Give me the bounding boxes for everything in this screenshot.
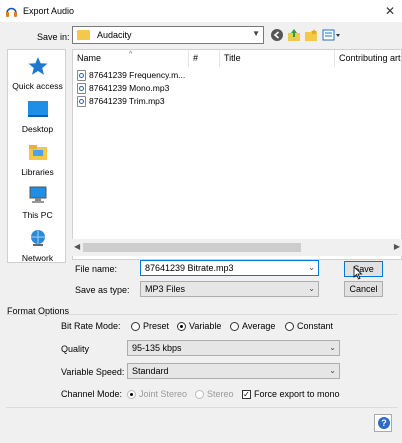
file-name-label: File name: [75, 264, 118, 274]
quality-value: 95-135 kbps [132, 343, 182, 353]
save-in-label: Save in: [37, 32, 70, 42]
place-network[interactable]: Network [8, 228, 67, 263]
save-as-type-label: Save as type: [75, 285, 130, 295]
audio-file-icon [77, 70, 86, 82]
column-header-title[interactable]: Title [220, 50, 335, 67]
variable-speed-label: Variable Speed: [61, 367, 125, 377]
computer-icon [29, 186, 46, 203]
places-bar: Quick access Desktop Libraries This PC N… [7, 49, 66, 263]
list-item[interactable]: 87641239 Mono.mp3 [77, 82, 169, 95]
column-header-number[interactable]: # [189, 50, 220, 67]
save-in-value: Audacity [97, 30, 132, 40]
column-header-name[interactable]: Name ^ [73, 50, 189, 67]
radio-constant[interactable]: Constant [285, 321, 333, 332]
place-this-pc[interactable]: This PC [8, 185, 67, 220]
chevron-down-icon: ⌄ [329, 343, 336, 352]
quality-select[interactable]: 95-135 kbps ⌄ [127, 340, 340, 356]
force-mono-checkbox[interactable]: ✓ Force export to mono [242, 389, 340, 400]
file-name-input[interactable] [141, 261, 305, 275]
place-label: Network [21, 253, 54, 263]
horizontal-scrollbar[interactable]: ◀ ▶ [72, 239, 402, 256]
place-label: Quick access [12, 81, 63, 91]
scroll-left-icon[interactable]: ◀ [74, 242, 80, 251]
save-in-combo[interactable]: Audacity ▼ [72, 26, 264, 44]
desktop-icon [27, 101, 48, 117]
close-button[interactable]: ✕ [381, 2, 399, 20]
chevron-down-icon: ⌄ [329, 366, 336, 375]
new-folder-button[interactable] [304, 28, 318, 42]
radio-joint-stereo[interactable]: Joint Stereo [127, 389, 187, 400]
bit-rate-mode-label: Bit Rate Mode: [61, 321, 121, 331]
channel-mode-label: Channel Mode: [61, 389, 123, 399]
folder-icon [77, 30, 90, 40]
radio-button-disabled [195, 390, 204, 400]
variable-speed-value: Standard [132, 366, 169, 376]
mouse-cursor-icon [353, 266, 363, 280]
list-item[interactable]: 87641239 Trim.mp3 [77, 95, 165, 108]
help-icon: ? [378, 417, 390, 429]
cancel-button[interactable]: Cancel [344, 281, 383, 297]
checkmark-icon[interactable]: ✓ [242, 390, 251, 400]
view-menu-button[interactable] [322, 28, 342, 42]
up-folder-button[interactable] [287, 28, 301, 42]
radio-average[interactable]: Average [230, 321, 275, 332]
audio-file-icon [77, 96, 86, 108]
place-label: Desktop [21, 124, 54, 134]
chevron-down-icon: ⌄ [308, 284, 315, 293]
radio-button[interactable] [230, 322, 239, 332]
save-button[interactable]: Save [344, 261, 383, 277]
network-icon [30, 230, 45, 246]
help-button[interactable]: ? [374, 414, 392, 432]
audio-file-icon [77, 83, 86, 95]
place-label: This PC [22, 210, 53, 220]
radio-button[interactable] [285, 322, 294, 332]
variable-speed-select[interactable]: Standard ⌄ [127, 363, 340, 379]
sort-caret-icon: ^ [129, 51, 133, 58]
chevron-down-icon: ▼ [252, 29, 260, 38]
quality-label: Quality [61, 344, 90, 354]
libraries-icon [28, 145, 47, 160]
radio-preset[interactable]: Preset [131, 321, 169, 332]
audacity-app-icon [6, 7, 17, 17]
column-header-contributing-artists[interactable]: Contributing art [335, 50, 401, 67]
radio-button-disabled [127, 390, 136, 400]
chevron-down-icon[interactable]: ⌄ [308, 263, 315, 272]
list-item[interactable]: 87641239 Frequency.m... [77, 69, 185, 82]
place-label: Libraries [21, 167, 54, 177]
window-title: Export Audio [23, 6, 75, 16]
radio-button-selected[interactable] [177, 322, 186, 332]
file-list[interactable]: Name ^ # Title Contributing art 87641239… [72, 49, 402, 260]
save-as-type-value: MP3 Files [145, 284, 186, 294]
place-quick-access[interactable]: Quick access [8, 56, 67, 91]
star-icon [28, 57, 47, 75]
place-desktop[interactable]: Desktop [8, 99, 67, 134]
radio-button[interactable] [131, 322, 140, 332]
scrollbar-thumb[interactable] [83, 243, 301, 252]
back-button[interactable] [270, 28, 284, 42]
scroll-right-icon[interactable]: ▶ [394, 242, 400, 251]
radio-stereo[interactable]: Stereo [195, 389, 234, 400]
place-libraries[interactable]: Libraries [8, 142, 67, 177]
radio-variable[interactable]: Variable [177, 321, 221, 332]
save-as-type-select[interactable]: MP3 Files ⌄ [140, 281, 319, 297]
file-name-field[interactable]: ⌄ [140, 260, 319, 276]
